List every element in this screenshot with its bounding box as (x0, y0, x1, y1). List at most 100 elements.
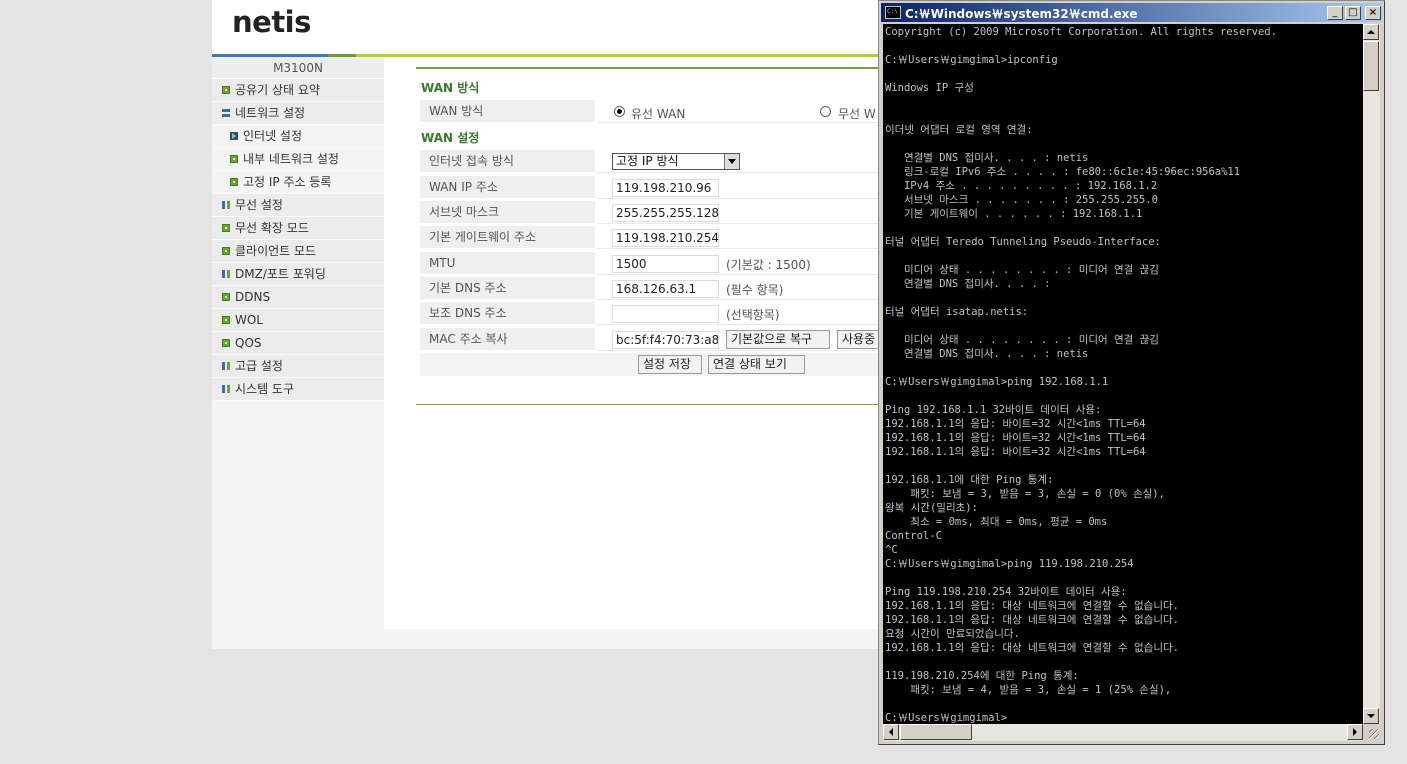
scroll-thumb[interactable] (900, 724, 972, 740)
nav-label: QOS (235, 336, 262, 350)
console-line: Windows IP 구성 (885, 82, 974, 94)
console-line: C:￦Users￦gimgimal>ping 119.198.210.254 (885, 558, 1134, 570)
primary-dns-hint: (필수 항목) (726, 283, 784, 297)
nav-dmz-port-forwarding[interactable]: DMZ/포트 포워딩 (212, 263, 384, 286)
scroll-right-icon[interactable] (1347, 724, 1363, 740)
save-settings-button[interactable]: 설정 저장 (638, 355, 702, 374)
console-line: 192.168.1.1의 응답: 대상 네트워크에 연결할 수 없습니다. (885, 614, 1179, 626)
field-label: 기본 DNS 주소 (420, 277, 595, 300)
secondary-dns-hint: (선택항목) (726, 308, 780, 322)
radio-wired-wan[interactable] (614, 106, 625, 117)
console-line: Control-C (885, 530, 942, 542)
console-line: 연결별 DNS 접미사. . . . : (885, 278, 1051, 290)
nav-label: 내부 네트워크 설정 (243, 152, 339, 166)
minimize-button[interactable]: _ (1327, 6, 1343, 20)
nav-static-ip[interactable]: 고정 IP 주소 등록 (212, 171, 384, 194)
select-value: 고정 IP 방식 (616, 154, 679, 168)
restore-default-mac-button[interactable]: 기본값으로 복구 (726, 330, 830, 349)
nav-advanced-settings[interactable]: 고급 설정 (212, 355, 384, 378)
console-line: Ping 192.168.1.1 32바이트 데이터 사용: (885, 404, 1102, 416)
gateway-input[interactable]: 119.198.210.254 (612, 229, 719, 247)
section-title-wan-settings: WAN 설정 (421, 131, 480, 145)
console-line: 패킷: 보냄 = 4, 받음 = 3, 손실 = 1 (25% 손실), (885, 684, 1172, 696)
console-line: 이더넷 어댑터 로컬 영역 연결: (885, 124, 1033, 136)
resize-grip-icon[interactable] (1364, 724, 1381, 741)
nav-network-settings[interactable]: 네트워크 설정 (212, 102, 384, 125)
nav-client-mode[interactable]: 클라이언트 모드 (212, 240, 384, 263)
close-button[interactable]: × (1365, 6, 1381, 20)
bullet-icon (222, 86, 230, 94)
connection-method-select[interactable]: 고정 IP 방식 (612, 153, 740, 170)
bullet-icon (230, 155, 238, 163)
wan-ip-input[interactable]: 119.198.210.96 (612, 179, 719, 197)
secondary-dns-input[interactable] (612, 305, 719, 323)
subnet-mask-input[interactable]: 255.255.255.128 (612, 204, 719, 222)
bullet-icon (222, 224, 230, 232)
console-line: 119.198.210.254에 대한 Ping 통계: (885, 670, 1079, 682)
field-label: MAC 주소 복사 (420, 328, 595, 351)
cmd-title: C:￦Windows￦system32￦cmd.exe (905, 7, 1138, 21)
row-subnet-mask: 서브넷 마스크 255.255.255.128 (420, 201, 902, 224)
bars-icon (222, 109, 230, 117)
router-header: netis (212, 0, 902, 54)
nav-status-summary[interactable]: 공유기 상태 요약 (212, 79, 384, 102)
scroll-thumb[interactable] (1363, 41, 1379, 91)
console-line: 192.168.1.1의 응답: 바이트=32 시간<1ms TTL=64 (885, 446, 1146, 458)
console-line: Ping 119.198.210.254 32바이트 데이터 사용: (885, 586, 1127, 598)
console-line: 연결별 DNS 접미사. . . . : netis (885, 348, 1089, 360)
console-line: 터널 어댑터 isatap.netis: (885, 306, 1029, 318)
scroll-down-icon[interactable] (1363, 708, 1379, 724)
primary-dns-input[interactable]: 168.126.63.1 (612, 280, 719, 298)
nav-qos[interactable]: QOS (212, 332, 384, 355)
row-wan-ip: WAN IP 주소 119.198.210.96 (420, 176, 902, 199)
grid-icon (222, 362, 230, 370)
nav-wireless-settings[interactable]: 무선 설정 (212, 194, 384, 217)
mac-address-input[interactable]: bc:5f:f4:70:73:a8 (612, 331, 719, 349)
row-primary-dns: 기본 DNS 주소 168.126.63.1 (필수 항목) (420, 277, 902, 300)
row-wan-type: WAN 방식 유선 WAN 무선 W (420, 100, 902, 123)
view-connection-status-button[interactable]: 연결 상태 보기 (708, 355, 805, 374)
nav-wol[interactable]: WOL (212, 309, 384, 332)
console-line: IPv4 주소 . . . . . . . . . : 192.168.1.2 (885, 180, 1158, 192)
radio-label: 무선 W (838, 107, 876, 121)
field-label: 보조 DNS 주소 (420, 302, 595, 325)
scroll-up-icon[interactable] (1363, 24, 1379, 40)
cmd-title-bar[interactable]: C:￦Windows￦system32￦cmd.exe _ □ × (881, 3, 1382, 22)
play-arrow-icon (230, 132, 238, 140)
nav-label: 무선 확장 모드 (235, 221, 309, 235)
main-content: WAN 방식 WAN 방식 유선 WAN 무선 W WAN 설정 인터넷 접속 … (384, 57, 902, 629)
console-line: 최소 = 0ms, 최대 = 0ms, 평균 = 0ms (885, 516, 1108, 528)
field-label: 기본 게이트웨이 주소 (420, 226, 595, 249)
radio-wireless-wan[interactable] (820, 106, 831, 117)
mtu-input[interactable]: 1500 (612, 255, 719, 273)
nav-lan-settings[interactable]: 내부 네트워크 설정 (212, 148, 384, 171)
console-line: 왕복 시간(밀리초): (885, 502, 978, 514)
horizontal-scrollbar[interactable] (883, 724, 1363, 741)
nav-system-tools[interactable]: 시스템 도구 (212, 378, 384, 401)
nav-label: 네트워크 설정 (235, 106, 306, 120)
console-line: 패킷: 보냄 = 3, 받음 = 3, 손실 = 0 (0% 손실), (885, 488, 1165, 500)
row-connection-method: 인터넷 접속 방식 고정 IP 방식 (420, 150, 902, 173)
nav-label: 시스템 도구 (235, 382, 295, 396)
grid-icon (222, 270, 230, 278)
scroll-left-icon[interactable] (883, 724, 899, 740)
nav-internet-settings[interactable]: 인터넷 설정 (212, 125, 384, 148)
nav-ddns[interactable]: DDNS (212, 286, 384, 309)
console-output[interactable]: Copyright (c) 2009 Microsoft Corporation… (883, 24, 1363, 724)
nav-wireless-extender[interactable]: 무선 확장 모드 (212, 217, 384, 240)
maximize-button[interactable]: □ (1345, 6, 1361, 20)
router-admin-page: netis M3100N 공유기 상태 요약 네트워크 설정 인터넷 설정 내부… (212, 0, 902, 649)
vertical-scrollbar[interactable] (1363, 24, 1380, 724)
bullet-icon (222, 293, 230, 301)
console-line: 192.168.1.1의 응답: 바이트=32 시간<1ms TTL=64 (885, 432, 1146, 444)
radio-label: 유선 WAN (631, 107, 686, 121)
console-line: 서브넷 마스크 . . . . . . . : 255.255.255.0 (885, 194, 1158, 206)
console-line: C:￦Users￦gimgimal>ping 192.168.1.1 (885, 376, 1109, 388)
